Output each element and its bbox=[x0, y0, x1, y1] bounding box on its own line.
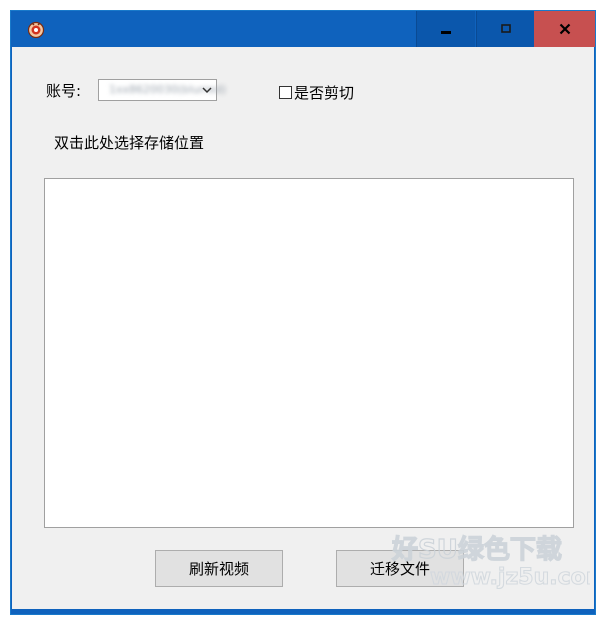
video-list[interactable] bbox=[44, 178, 574, 528]
maximize-button[interactable] bbox=[476, 11, 534, 47]
close-button[interactable] bbox=[534, 11, 595, 47]
cut-option[interactable]: 是否剪切 bbox=[279, 82, 354, 103]
chevron-down-icon bbox=[202, 87, 212, 94]
maximize-icon bbox=[500, 24, 511, 33]
account-select[interactable]: 1xx8620030(blurred) bbox=[98, 79, 226, 101]
title-bar[interactable] bbox=[11, 11, 595, 47]
storage-location-label[interactable]: 双击此处选择存储位置 bbox=[54, 132, 204, 153]
minimize-button[interactable] bbox=[416, 11, 475, 47]
client-area: 账号: 1xx8620030(blurred) 是否剪切 双击此处选择存储位置 … bbox=[12, 47, 594, 609]
app-window: 账号: 1xx8620030(blurred) 是否剪切 双击此处选择存储位置 … bbox=[10, 10, 596, 615]
cut-checkbox-label[interactable]: 是否剪切 bbox=[294, 82, 354, 103]
migrate-files-button[interactable]: 迁移文件 bbox=[336, 550, 464, 587]
cut-checkbox[interactable] bbox=[279, 86, 292, 99]
refresh-videos-button[interactable]: 刷新视频 bbox=[155, 550, 283, 587]
account-label: 账号: bbox=[46, 82, 82, 100]
close-icon bbox=[559, 23, 570, 35]
minimize-icon bbox=[441, 31, 451, 34]
app-logo-icon[interactable] bbox=[27, 20, 45, 38]
